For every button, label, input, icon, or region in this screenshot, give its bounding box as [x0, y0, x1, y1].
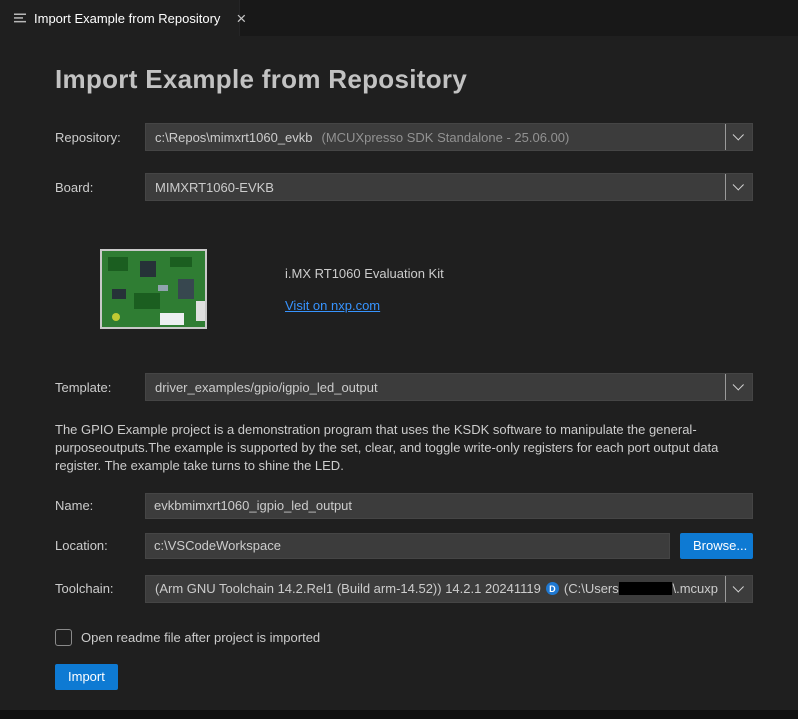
form-icon: [13, 11, 27, 25]
board-preview-section: i.MX RT1060 Evaluation Kit Visit on nxp.…: [100, 249, 753, 329]
location-input[interactable]: [145, 533, 670, 559]
chevron-down-icon: [733, 379, 744, 390]
chevron-down-icon: [733, 179, 744, 190]
toolchain-label: Toolchain:: [55, 581, 145, 596]
toolchain-select-dropdown[interactable]: [725, 576, 752, 602]
toolchain-select[interactable]: (Arm GNU Toolchain 14.2.Rel1 (Build arm-…: [145, 575, 753, 603]
browse-button[interactable]: Browse...: [680, 533, 753, 559]
project-name-input[interactable]: [145, 493, 753, 519]
toolchain-value: (Arm GNU Toolchain 14.2.Rel1 (Build arm-…: [155, 581, 541, 596]
tab-label: Import Example from Repository: [34, 11, 220, 26]
readme-checkbox-label: Open readme file after project is import…: [81, 630, 320, 645]
chevron-down-icon: [733, 581, 744, 592]
repository-value: c:\Repos\mimxrt1060_evkb: [155, 130, 313, 145]
name-label: Name:: [55, 498, 145, 513]
template-select[interactable]: driver_examples/gpio/igpio_led_output: [145, 373, 753, 401]
toolchain-default-badge: D: [546, 582, 559, 595]
location-row: Location: Browse...: [55, 533, 753, 559]
readme-checkbox[interactable]: [55, 629, 72, 646]
repository-select[interactable]: c:\Repos\mimxrt1060_evkb (MCUXpresso SDK…: [145, 123, 753, 151]
board-info: i.MX RT1060 Evaluation Kit Visit on nxp.…: [285, 249, 444, 329]
visit-nxp-link[interactable]: Visit on nxp.com: [285, 298, 380, 313]
readme-checkbox-row: Open readme file after project is import…: [55, 629, 753, 646]
board-select[interactable]: MIMXRT1060-EVKB: [145, 173, 753, 201]
template-description: The GPIO Example project is a demonstrat…: [55, 421, 747, 475]
repository-sdk-suffix: (MCUXpresso SDK Standalone - 25.06.00): [322, 130, 570, 145]
board-kit-name: i.MX RT1060 Evaluation Kit: [285, 266, 444, 281]
template-label: Template:: [55, 380, 145, 395]
name-row: Name:: [55, 493, 753, 519]
import-button[interactable]: Import: [55, 664, 118, 690]
template-value: driver_examples/gpio/igpio_led_output: [155, 380, 378, 395]
board-row: Board: MIMXRT1060-EVKB: [55, 173, 753, 201]
template-row: Template: driver_examples/gpio/igpio_led…: [55, 373, 753, 401]
tab-import-example[interactable]: Import Example from Repository ×: [0, 0, 240, 36]
repository-label: Repository:: [55, 130, 145, 145]
toolchain-row: Toolchain: (Arm GNU Toolchain 14.2.Rel1 …: [55, 575, 753, 603]
repository-row: Repository: c:\Repos\mimxrt1060_evkb (MC…: [55, 123, 753, 151]
tab-bar: Import Example from Repository ×: [0, 0, 798, 36]
page-title: Import Example from Repository: [55, 64, 753, 95]
import-example-form: Import Example from Repository Repositor…: [0, 36, 798, 710]
bottom-strip: [0, 710, 798, 719]
redacted-username: [619, 582, 673, 595]
template-select-dropdown[interactable]: [725, 374, 752, 400]
board-label: Board:: [55, 180, 145, 195]
editor-window: Import Example from Repository × Import …: [0, 0, 798, 719]
location-label: Location:: [55, 538, 145, 553]
toolchain-path-prefix: (C:\Users: [564, 581, 619, 596]
chevron-down-icon: [733, 129, 744, 140]
board-select-dropdown[interactable]: [725, 174, 752, 200]
board-image: [100, 249, 207, 329]
board-value: MIMXRT1060-EVKB: [155, 180, 274, 195]
toolchain-path-suffix: \.mcuxp: [672, 581, 718, 596]
close-icon[interactable]: ×: [236, 10, 246, 27]
repository-select-dropdown[interactable]: [725, 124, 752, 150]
